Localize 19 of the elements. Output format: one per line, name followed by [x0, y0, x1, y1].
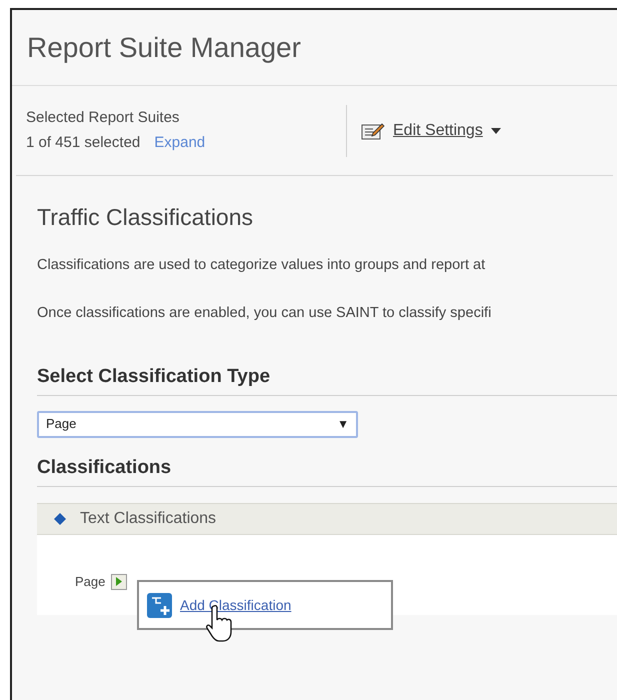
selection-heading: Selected Report Suites [26, 108, 180, 128]
description-text: Once classifications are enabled, you can use SAINT to classify specifi [37, 304, 492, 324]
section-heading: Select Classification Type [37, 366, 270, 387]
diamond-icon [54, 513, 66, 525]
edit-settings-button[interactable]: Edit Settings [361, 118, 501, 142]
classification-type-select[interactable]: Page ▼ [37, 410, 358, 438]
section-title: Traffic Classifications [37, 203, 254, 232]
play-icon [116, 577, 122, 586]
description-text: Classifications are used to categorize values into groups and report at [37, 256, 486, 274]
group-title: Text Classifications [80, 509, 216, 529]
selection-count: 1 of 451 selected [26, 133, 140, 153]
add-classification-icon [147, 592, 172, 618]
caret-icon [490, 128, 501, 134]
menu-item[interactable]: Add Classification [147, 592, 383, 618]
window-title: Report Suite Manager [27, 30, 301, 65]
item-label: Page [75, 573, 106, 591]
expand-menu-button[interactable] [111, 574, 128, 590]
edit-form-icon [361, 120, 385, 140]
section-heading: Classifications [37, 456, 172, 478]
